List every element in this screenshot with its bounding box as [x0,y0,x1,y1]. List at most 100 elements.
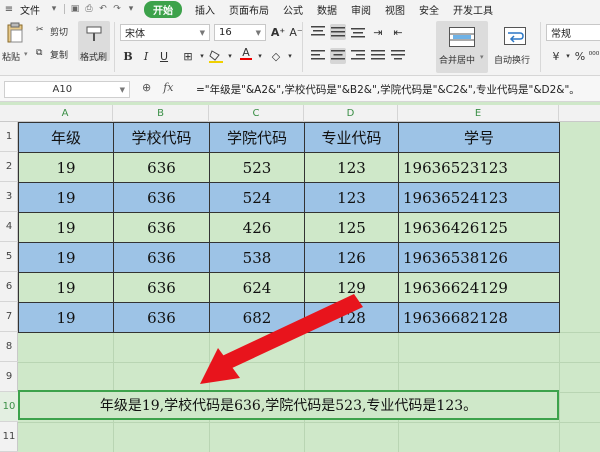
row-header[interactable]: 2 [0,152,18,182]
table-cell[interactable]: 19 [18,182,114,213]
tab-insert[interactable]: 插入 [188,2,222,17]
header-cell[interactable]: 专业代码 [304,122,399,153]
tab-data[interactable]: 数据 [310,2,344,17]
table-cell[interactable]: 126 [304,242,399,273]
table-cell[interactable]: 426 [209,212,305,243]
table-cell[interactable]: 538 [209,242,305,273]
fx-icon[interactable]: fx [163,81,173,94]
row-header-active[interactable]: 10 [0,392,18,422]
sheet-grid[interactable]: 年级 学校代码 学院代码 专业代码 学号 19 636 523 123 1963… [18,122,600,452]
justify-icon[interactable] [370,48,386,64]
row-header[interactable]: 9 [0,362,18,392]
merge-center-button[interactable]: 合并居中 ▾ [436,21,488,73]
chevron-down-icon[interactable]: ▾ [222,48,238,64]
tab-security[interactable]: 安全 [412,2,446,17]
font-size-select[interactable]: 16 ▼ [214,24,266,41]
row-header[interactable]: 11 [0,422,18,452]
comma-style-button[interactable]: ⁰⁰⁰ [586,48,600,64]
hamburger-icon[interactable]: ≡ [0,4,18,15]
cut-icon[interactable]: ✂ [36,25,44,35]
table-cell[interactable]: 19636426125 [398,212,560,243]
tab-page-layout[interactable]: 页面布局 [222,2,276,17]
distributed-icon[interactable] [390,48,406,64]
align-center-icon[interactable] [330,48,346,64]
bold-icon[interactable]: B [120,48,136,64]
align-top-icon[interactable] [310,24,326,40]
tab-formulas[interactable]: 公式 [276,2,310,17]
row-header[interactable]: 7 [0,302,18,332]
tab-home[interactable]: 开始 [144,0,182,18]
table-cell[interactable]: 123 [304,152,399,183]
table-cell[interactable]: 636 [113,242,210,273]
save-icon[interactable]: ▣ [68,4,82,14]
table-cell[interactable]: 19 [18,242,114,273]
formula-input[interactable]: ="年级是"&A2&",学校代码是"&B2&",学院代码是"&C2&",专业代码… [196,82,580,97]
table-cell[interactable]: 19 [18,302,114,333]
table-cell[interactable]: 636 [113,272,210,303]
cut-button[interactable]: 剪切 [50,25,68,38]
table-cell[interactable]: 523 [209,152,305,183]
column-header-e[interactable]: E [398,105,559,122]
menu-file[interactable]: 文件 [18,2,47,17]
copy-icon[interactable]: ⧉ [36,48,42,58]
table-cell[interactable]: 636 [113,302,210,333]
selected-result-cell[interactable]: 年级是19,学校代码是636,学院代码是523,专业代码是123。 [18,390,559,420]
zoom-icon[interactable]: ⊕ [142,81,151,94]
dropdown-icon[interactable]: ▾ [47,4,61,14]
print-icon[interactable]: ⎙ [82,4,96,14]
table-cell[interactable]: 524 [209,182,305,213]
column-header-d[interactable]: D [304,105,398,122]
align-middle-icon[interactable] [330,24,346,40]
indent-icon[interactable]: ⇥ [370,24,386,40]
table-cell[interactable]: 129 [304,272,399,303]
table-cell[interactable]: 682 [209,302,305,333]
column-header-b[interactable]: B [113,105,209,122]
row-header[interactable]: 1 [0,122,18,152]
paste-button[interactable] [2,22,28,44]
align-left-icon[interactable] [310,48,326,64]
increase-font-icon[interactable]: A⁺ [270,24,286,40]
outdent-icon[interactable]: ⇤ [390,24,406,40]
tab-review[interactable]: 审阅 [344,2,378,17]
number-format-select[interactable]: 常规 [546,24,600,41]
more-icon[interactable]: ▾ [124,4,138,14]
table-cell[interactable]: 19636538126 [398,242,560,273]
table-cell[interactable]: 636 [113,152,210,183]
column-header-a[interactable]: A [18,105,113,122]
row-header[interactable]: 8 [0,332,18,362]
header-cell[interactable]: 年级 [18,122,114,153]
wrap-text-button[interactable]: 自动换行 [494,21,536,73]
row-header[interactable]: 3 [0,182,18,212]
header-cell[interactable]: 学校代码 [113,122,210,153]
undo-icon[interactable]: ↶ [96,4,110,14]
table-cell[interactable]: 19636524123 [398,182,560,213]
tab-view[interactable]: 视图 [378,2,412,17]
align-right-icon[interactable] [350,48,366,64]
row-header[interactable]: 4 [0,212,18,242]
column-header-c[interactable]: C [209,105,304,122]
table-cell[interactable]: 19636523123 [398,152,560,183]
table-cell[interactable]: 19636624129 [398,272,560,303]
table-cell[interactable]: 19 [18,152,114,183]
paste-dropdown-icon[interactable]: ▾ [24,50,28,58]
chevron-down-icon[interactable]: ▾ [252,48,268,64]
table-cell[interactable]: 128 [304,302,399,333]
underline-icon[interactable]: U [156,48,172,64]
table-cell[interactable]: 636 [113,212,210,243]
header-cell[interactable]: 学号 [398,122,560,153]
tab-developer[interactable]: 开发工具 [446,2,500,17]
align-bottom-icon[interactable] [350,24,366,40]
table-cell[interactable]: 624 [209,272,305,303]
table-cell[interactable]: 19 [18,212,114,243]
font-name-select[interactable]: 宋体 ▼ [120,24,210,41]
table-cell[interactable]: 19636682128 [398,302,560,333]
table-cell[interactable]: 123 [304,182,399,213]
chevron-down-icon[interactable]: ▾ [282,48,298,64]
row-header[interactable]: 5 [0,242,18,272]
name-box[interactable]: A10 ▼ [4,81,130,98]
row-header[interactable]: 6 [0,272,18,302]
header-cell[interactable]: 学院代码 [209,122,305,153]
table-cell[interactable]: 636 [113,182,210,213]
table-cell[interactable]: 125 [304,212,399,243]
copy-button[interactable]: 复制 [50,48,68,61]
